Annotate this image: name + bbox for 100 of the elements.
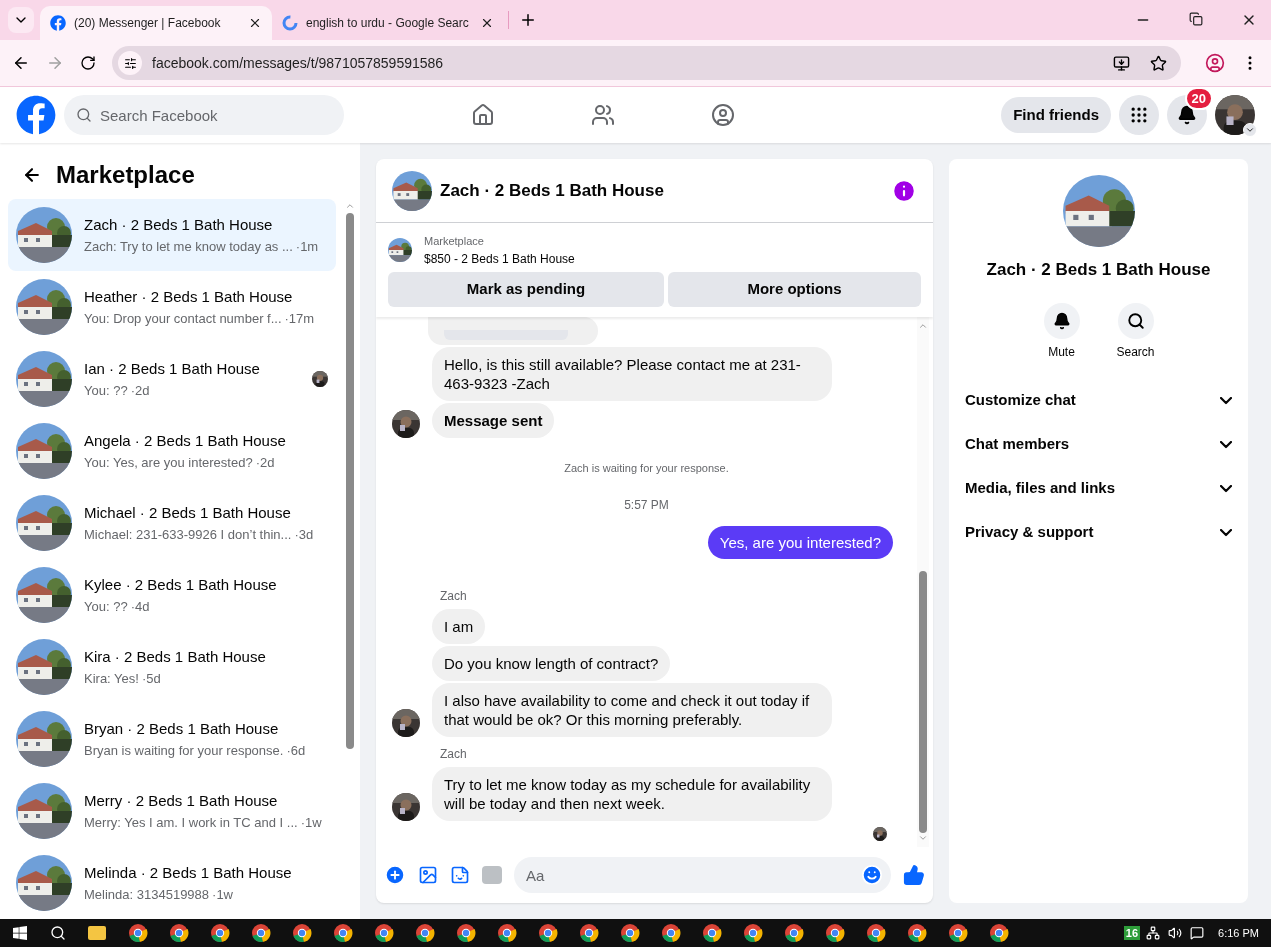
details-section[interactable]: Privacy & support <box>957 510 1240 555</box>
browser-tab[interactable]: (20) Messenger | Facebook <box>40 6 272 40</box>
new-tab-icon[interactable] <box>519 11 537 29</box>
conversation-name: Bryan · 2 Beds 1 Bath House <box>84 719 280 739</box>
browser-tab[interactable]: english to urdu - Google Searc <box>272 6 504 40</box>
chrome-icon[interactable] <box>743 923 763 943</box>
conversation-item[interactable]: Michael · 2 Beds 1 Bath House Michael: 231-633-9926 I don’t thin... ·3d <box>8 487 336 559</box>
search-field[interactable]: Search Facebook <box>64 95 344 135</box>
menu-button[interactable] <box>1119 95 1159 135</box>
chrome-icon[interactable] <box>989 923 1009 943</box>
conversation-item[interactable]: Kylee · 2 Beds 1 Bath House You: ?? ·4d <box>8 559 336 631</box>
volume-icon[interactable] <box>1168 926 1183 940</box>
message-time: ·4d <box>130 597 150 616</box>
chrome-icon[interactable] <box>579 923 599 943</box>
message-preview: Bryan is waiting for your response. <box>84 741 284 760</box>
conversation-item[interactable]: Melinda · 2 Beds 1 Bath House Melinda: 3134519988 ·1w <box>8 847 336 919</box>
chrome-icon[interactable] <box>210 923 230 943</box>
conversation-item[interactable]: Bryan · 2 Beds 1 Bath House Bryan is waiting for your response. ·6d <box>8 703 336 775</box>
add-icon[interactable] <box>384 864 406 886</box>
emoji-icon[interactable] <box>861 864 883 886</box>
like-icon[interactable] <box>903 864 925 886</box>
back-icon[interactable] <box>12 54 30 72</box>
notification-count: 20 <box>1184 87 1213 110</box>
scroll-thumb[interactable] <box>346 213 354 749</box>
close-icon[interactable] <box>480 16 494 30</box>
message-bubble: I am <box>432 609 486 644</box>
chrome-icon[interactable] <box>538 923 558 943</box>
conversation-item[interactable]: Kira · 2 Beds 1 Bath House Kira: Yes! ·5d <box>8 631 336 703</box>
conversation-item[interactable]: Heather · 2 Beds 1 Bath House You: Drop your contact number f... ·17m <box>8 271 336 343</box>
message-time: ·17m <box>284 309 315 328</box>
site-settings-icon[interactable] <box>123 56 137 70</box>
close-icon[interactable] <box>248 16 262 30</box>
message-bubble: I also have availability to come and check it out today if that would be ok? Or this morning preferably. <box>432 683 832 737</box>
address-bar[interactable]: facebook.com/messages/t/9871057859591586 <box>112 46 1181 80</box>
notifications-button[interactable] <box>1167 95 1207 135</box>
listing-title: $850 - 2 Beds 1 Bath House <box>424 250 575 268</box>
message-time: ·2d <box>255 453 275 472</box>
chrome-icon[interactable] <box>456 923 476 943</box>
chrome-icon[interactable] <box>620 923 640 943</box>
chrome-icon[interactable] <box>374 923 394 943</box>
photo-icon[interactable] <box>418 865 438 885</box>
profile-icon[interactable] <box>1205 53 1225 73</box>
f-logo-icon[interactable] <box>16 95 56 135</box>
chrome-icon[interactable] <box>251 923 271 943</box>
chrome-icon[interactable] <box>661 923 681 943</box>
chrome-icon[interactable] <box>784 923 804 943</box>
message-preview: You: ?? <box>84 381 128 400</box>
details-action[interactable]: Search <box>1111 302 1160 361</box>
tray-badge: 16 <box>1123 926 1141 940</box>
search-icon[interactable] <box>50 925 66 941</box>
network-icon[interactable] <box>1146 926 1161 940</box>
chrome-icon[interactable] <box>128 923 148 943</box>
chrome-icon[interactable] <box>825 923 845 943</box>
message-bubble: Yes, are you interested? <box>707 526 893 559</box>
find-friends-button[interactable]: Find friends <box>1001 97 1111 133</box>
chrome-icon[interactable] <box>866 923 886 943</box>
conversation-item[interactable]: Angela · 2 Beds 1 Bath House You: Yes, are you interested? ·2d <box>8 415 336 487</box>
chrome-icon[interactable] <box>415 923 435 943</box>
listing-action-button[interactable]: More options <box>668 271 921 307</box>
groups-icon[interactable] <box>710 103 735 127</box>
bell-icon <box>1052 311 1071 330</box>
restore-icon[interactable] <box>1189 12 1203 26</box>
chevron-down-icon <box>1220 396 1232 405</box>
sender-name: Zach <box>440 747 467 761</box>
conversation-name: Ian · 2 Beds 1 Bath House <box>84 359 261 379</box>
chrome-icon[interactable] <box>907 923 927 943</box>
chat-title: Zach · 2 Beds 1 Bath House <box>440 179 665 202</box>
message-field[interactable]: Aa <box>514 857 891 893</box>
conversation-name: Michael · 2 Beds 1 Bath House <box>84 503 292 523</box>
conversation-item[interactable]: Zach · 2 Beds 1 Bath House Zach: Try to let me know today as ... ·1m <box>8 199 336 271</box>
chrome-icon[interactable] <box>702 923 722 943</box>
reload-icon[interactable] <box>80 55 96 71</box>
back-icon[interactable] <box>22 165 42 185</box>
details-section[interactable]: Chat members <box>957 422 1240 467</box>
install-icon[interactable] <box>1113 54 1130 72</box>
friends-icon[interactable] <box>590 103 615 127</box>
scroll-thumb[interactable] <box>919 571 927 833</box>
bell-icon <box>1177 105 1197 125</box>
conversation-item[interactable]: Ian · 2 Beds 1 Bath House You: ?? ·2d <box>8 343 336 415</box>
details-action[interactable]: Mute <box>1037 302 1086 361</box>
notification-center-icon[interactable] <box>1190 926 1205 940</box>
tab-list-button[interactable] <box>8 7 34 33</box>
windows-icon[interactable] <box>12 925 28 941</box>
chrome-icon[interactable] <box>169 923 189 943</box>
chrome-icon[interactable] <box>292 923 312 943</box>
details-section[interactable]: Customize chat <box>957 378 1240 423</box>
details-section[interactable]: Media, files and links <box>957 466 1240 511</box>
chevron-down-icon[interactable] <box>1245 125 1255 135</box>
home-icon[interactable] <box>470 103 495 127</box>
message-time: ·1m <box>295 237 319 256</box>
message-preview: Melinda: 3134519988 <box>84 885 210 904</box>
conversation-name: Melinda · 2 Beds 1 Bath House <box>84 863 293 883</box>
message-preview: Kira: Yes! <box>84 669 139 688</box>
sticker-icon[interactable] <box>450 865 470 885</box>
listing-action-button[interactable]: Mark as pending <box>388 271 664 307</box>
chrome-icon[interactable] <box>497 923 517 943</box>
conversation-item[interactable]: Merry · 2 Beds 1 Bath House Merry: Yes I am. I work in TC and I ... ·1w <box>8 775 336 847</box>
bookmark-star-icon[interactable] <box>1150 54 1167 72</box>
chrome-icon[interactable] <box>333 923 353 943</box>
chrome-icon[interactable] <box>948 923 968 943</box>
